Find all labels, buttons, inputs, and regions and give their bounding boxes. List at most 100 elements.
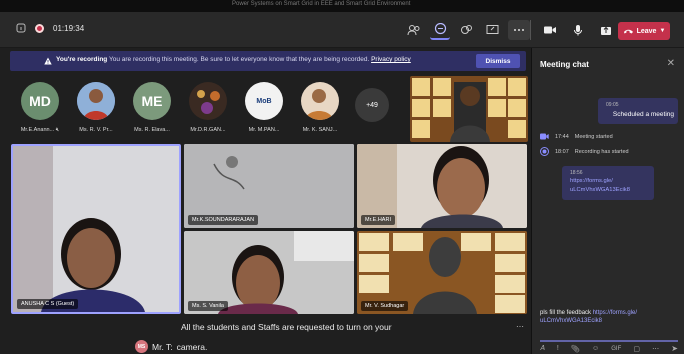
event-text: Meeting started — [574, 133, 613, 140]
mic-off-icon: 🔇︎ — [55, 127, 60, 133]
participant-avatar[interactable]: Mr.D.R.GAN... — [178, 82, 238, 133]
event-time: 18:07 — [555, 148, 569, 155]
banner-text: You are recording this meeting. Be sure … — [108, 56, 370, 63]
tile-name-label: Ms. S. Vanila — [188, 301, 228, 311]
chat-icon — [434, 23, 446, 35]
message-text: Scheduled a meeting — [612, 111, 674, 118]
captions-more-button[interactable]: ⋯ — [516, 322, 524, 331]
avatar — [77, 82, 115, 120]
participant-name: Mr.E.Anann... — [20, 127, 55, 133]
profile-photo — [189, 82, 227, 120]
participant-video — [13, 146, 179, 312]
tile-name-label: ANUSHA C S (Guest) — [17, 299, 79, 309]
meeting-toolbar: 01:19:34 Leave ▼ — [0, 12, 684, 48]
window-caption: Power Systems on Smart Grid in EEE and S… — [232, 1, 411, 7]
more-actions-button[interactable] — [508, 20, 530, 40]
format-icon[interactable]: 𝐴︎ — [540, 345, 545, 353]
video-tile-participant[interactable]: Mr.K.SOUNDARARAJAN — [184, 144, 354, 228]
reactions-button[interactable] — [456, 20, 476, 40]
participant-name: Mr. K. SANJ... — [302, 127, 338, 133]
video-tile-sponsor-grid[interactable] — [410, 76, 528, 142]
speaker-avatar: MS — [135, 340, 148, 353]
dismiss-button[interactable]: Dismiss — [476, 54, 520, 68]
video-tile-participant[interactable]: Mr. V. Sudhagar — [357, 231, 527, 314]
participant-name: Mr.D.R.GAN... — [190, 127, 226, 133]
avatar: MoB — [245, 82, 283, 120]
logo-grid-image — [412, 78, 526, 142]
avatar — [301, 82, 339, 120]
emoji-icon[interactable]: ☺ — [592, 345, 599, 352]
avatar: MD — [21, 82, 59, 120]
message-time: 09:05 — [606, 102, 619, 108]
video-tile-participant[interactable]: Mr.E.HARI — [357, 144, 527, 228]
reactions-icon — [460, 25, 472, 34]
video-tile-participant[interactable]: ANUSHA C S (Guest) — [11, 144, 181, 314]
privacy-policy-link[interactable]: Privacy policy — [371, 56, 411, 63]
recording-indicator-icon — [35, 23, 44, 33]
compose-link: uLCmVhxWGA13Ecik8 — [540, 318, 603, 324]
participant-avatar[interactable]: Ms. R. V. Pr... — [66, 82, 126, 133]
chat-title: Meeting chat — [540, 60, 589, 69]
close-icon[interactable]: ✕ — [667, 58, 675, 69]
avatar: ME — [133, 82, 171, 120]
tile-name-label: Mr.E.HARI — [361, 215, 395, 225]
banner-bold-text: You're recording — [56, 56, 108, 63]
message-link[interactable]: uLCmVhxWGA13Ecik8 — [570, 187, 630, 193]
profile-photo — [77, 82, 115, 120]
caption-speaker: Mr. T: — [152, 341, 173, 352]
avatar — [189, 82, 227, 120]
participant-name: Mr. M.PAN... — [248, 127, 280, 133]
share-tray-button[interactable] — [596, 20, 616, 40]
participant-name: Ms. R. V. Pr... — [79, 127, 113, 133]
chat-event: 17:44 Meeting started — [540, 133, 613, 140]
send-icon[interactable]: ➤ — [671, 344, 678, 353]
people-icon — [407, 25, 420, 36]
message-link[interactable]: https://forms.gle/ — [570, 178, 613, 184]
participant-strip: MD Mr.E.Anann... 🔇︎ Ms. R. V. Pr... ME M… — [10, 82, 410, 134]
participant-name: Ms. R. Elava... — [134, 127, 170, 133]
share-button[interactable] — [482, 20, 502, 40]
recording-icon — [540, 147, 549, 156]
camera-button[interactable] — [540, 20, 560, 40]
people-button[interactable] — [404, 20, 424, 40]
participant-avatar[interactable]: ME Ms. R. Elava... — [122, 82, 182, 133]
tile-name-label: Mr.K.SOUNDARARAJAN — [188, 215, 259, 225]
chat-button[interactable] — [430, 20, 450, 40]
toolbar-divider — [530, 20, 531, 40]
gif-icon[interactable]: GIF — [611, 346, 621, 352]
phone-hangup-icon — [623, 29, 633, 34]
recording-banner: You're recording You are recording this … — [10, 51, 526, 71]
more-participants-button[interactable]: +49 — [355, 88, 389, 122]
warning-icon — [44, 57, 52, 65]
participant-avatar[interactable]: Mr. K. SANJ... — [290, 82, 350, 133]
caption-line: camera. — [176, 341, 208, 352]
participant-avatar[interactable]: MD Mr.E.Anann... 🔇︎ — [10, 82, 70, 134]
caption-line: All the students and Staffs are requeste… — [181, 322, 392, 332]
attach-icon[interactable]: 📎︎ — [571, 345, 580, 353]
chat-message: 09:05 Scheduled a meeting — [598, 98, 678, 124]
info-icon[interactable] — [16, 23, 26, 33]
camera-icon — [544, 26, 556, 34]
compose-text: pls fill the feedback — [540, 310, 592, 316]
sticker-icon[interactable]: ▢ — [633, 345, 640, 353]
more-icon[interactable]: ⋯ — [652, 345, 659, 353]
compose-link: https://forms.gle/ — [592, 310, 638, 316]
chat-event: 18:07 Recording has started — [540, 147, 629, 156]
participant-avatar[interactable]: MoB Mr. M.PAN... — [234, 82, 294, 133]
chevron-down-icon: ▼ — [659, 28, 666, 34]
leave-label: Leave — [636, 27, 657, 35]
important-icon[interactable]: ! — [557, 345, 559, 352]
microphone-icon — [574, 25, 582, 36]
chat-message: 18:56 https://forms.gle/ uLCmVhxWGA13Eci… — [562, 166, 654, 200]
video-tile-participant[interactable]: Ms. S. Vanila — [184, 231, 354, 314]
more-icon — [514, 29, 524, 31]
window-titlebar: Power Systems on Smart Grid in EEE and S… — [0, 0, 684, 12]
mic-button[interactable] — [568, 20, 588, 40]
chat-compose-box[interactable]: pls fill the feedback https://forms.gle/… — [540, 310, 678, 342]
meeting-timer: 01:19:34 — [53, 23, 85, 33]
tile-name-label: Mr. V. Sudhagar — [361, 301, 409, 311]
message-time: 18:56 — [570, 170, 583, 176]
leave-button[interactable]: Leave ▼ — [618, 22, 670, 40]
event-text: Recording has started — [574, 148, 629, 155]
meeting-camera-icon — [540, 133, 549, 140]
